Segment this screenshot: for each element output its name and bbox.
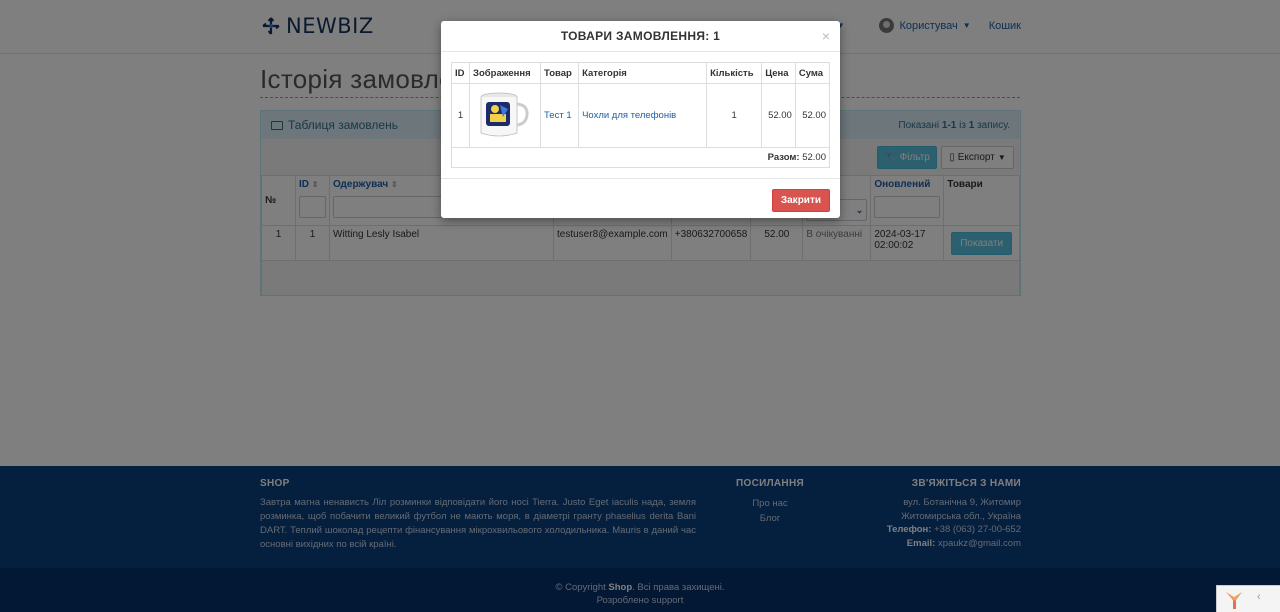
items-col-qty: Кількість [706, 62, 763, 84]
order-items-modal: ТОВАРИ ЗАМОВЛЕННЯ: 1 × ID Зображення Тов… [441, 21, 840, 218]
items-col-id: ID [450, 62, 471, 84]
items-total-cell: Разом: 52.00 [451, 147, 830, 168]
debug-toggle-icon[interactable]: ‹ [1257, 591, 1261, 603]
total-label: Разом: [767, 152, 800, 163]
modal-body: ID Зображення Товар Категорія Кількість … [441, 52, 840, 168]
product-image-mug[interactable] [473, 87, 531, 141]
items-total-row: Разом: 52.00 [451, 147, 830, 168]
modal-header: ТОВАРИ ЗАМОВЛЕННЯ: 1 × [441, 21, 840, 52]
item-sum: 52.00 [794, 83, 831, 148]
item-product[interactable]: Тест 1 [540, 83, 580, 148]
order-items-table: ID Зображення Товар Категорія Кількість … [450, 62, 831, 168]
modal-footer: Закрити [441, 178, 840, 218]
item-category[interactable]: Чохли для телефонів [578, 83, 708, 148]
item-product-link[interactable]: Тест 1 [544, 110, 572, 121]
item-qty: 1 [706, 83, 763, 148]
items-header-row: ID Зображення Товар Категорія Кількість … [450, 62, 831, 84]
items-col-product: Товар [540, 62, 580, 84]
debug-toolbar[interactable]: ‹ [1216, 585, 1280, 612]
item-image-cell [469, 83, 542, 148]
items-col-category: Категорія [578, 62, 708, 84]
modal-title: ТОВАРИ ЗАМОВЛЕННЯ: 1 [560, 29, 721, 43]
items-col-image: Зображення [469, 62, 542, 84]
item-price: 52.00 [761, 83, 796, 148]
item-category-link[interactable]: Чохли для телефонів [582, 110, 676, 121]
yii-logo-icon [1226, 592, 1242, 609]
close-modal-button[interactable]: Закрити [771, 189, 830, 212]
items-col-price: Цена [761, 62, 796, 84]
close-icon[interactable]: × [822, 28, 830, 44]
items-row: 1 Тест 1 Чохли для телефонів 1 52.00 52.… [450, 83, 831, 148]
item-id: 1 [450, 83, 471, 148]
items-col-sum: Сума [794, 62, 831, 84]
total-value: 52.00 [802, 152, 826, 163]
